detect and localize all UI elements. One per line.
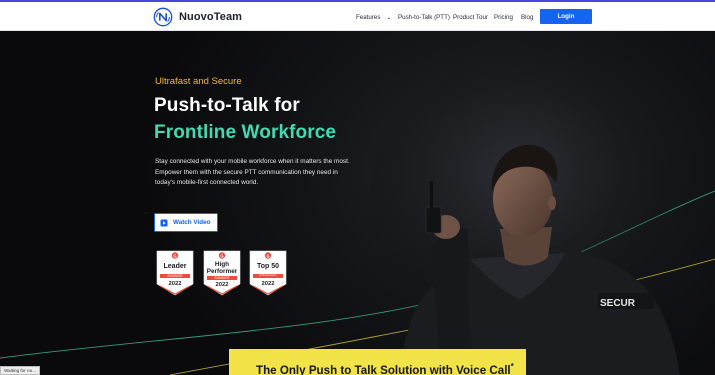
- svg-text:G: G: [173, 253, 176, 258]
- navbar: NuovoTeam Features ⌄ Push-to-Talk (PTT) …: [0, 2, 715, 31]
- hero-eyebrow: Ultrafast and Secure: [155, 76, 242, 87]
- g2-badge-leader: G Leader SUMMER 2022: [156, 250, 194, 296]
- hero-headline-line1: Push-to-Talk for: [154, 95, 300, 116]
- brand-logo-link[interactable]: NuovoTeam: [153, 7, 242, 27]
- nav-item-pricing-label: Pricing: [494, 13, 513, 21]
- watch-video-label: Watch Video: [173, 219, 211, 226]
- brand-name: NuovoTeam: [179, 11, 243, 23]
- badge-season: Collaboration Products: [253, 274, 283, 281]
- badge-title: Leader: [163, 263, 187, 270]
- hero-background-art: SECUR: [0, 61, 715, 375]
- nav-item-product-tour-label: Product Tour: [453, 13, 488, 21]
- badge-year: 2022: [215, 282, 229, 288]
- cta-banner-asterisk: *: [510, 362, 514, 371]
- nuovoteam-logo-icon: [153, 7, 173, 27]
- g2-badge-high-performer: G High Performer SUMMER 2022: [203, 250, 241, 296]
- badge-year: 2022: [168, 281, 182, 287]
- nav-item-blog[interactable]: Blog: [521, 11, 533, 23]
- g2-badge-top-50: G Top 50 Collaboration Products 2022: [249, 250, 287, 296]
- badge-season: SUMMER: [207, 276, 237, 280]
- nav-item-features[interactable]: Features ⌄: [356, 11, 391, 23]
- badge-season: SUMMER: [160, 274, 190, 278]
- badge-year: 2022: [261, 281, 275, 287]
- svg-text:G: G: [220, 253, 223, 258]
- cta-banner-text: The Only Push to Talk Solution with Voic…: [256, 362, 514, 375]
- nav-item-features-label: Features: [356, 13, 381, 21]
- hero-section: SECUR Ultrafast and Secure Push-to-Talk …: [0, 31, 715, 375]
- hero-photo-patch-text: SECUR: [600, 298, 636, 309]
- nav-item-product-tour[interactable]: Product Tour: [453, 11, 488, 23]
- chevron-down-icon: ⌄: [386, 14, 392, 21]
- watch-video-button[interactable]: Watch Video: [154, 213, 218, 232]
- browser-status-bar: Waiting for nu...: [0, 366, 40, 375]
- badge-title-line2: Performer: [206, 268, 238, 275]
- nav-item-push-to-talk-label: Push-to-Talk (PTT): [398, 13, 450, 21]
- cta-banner-text-main: The Only Push to Talk Solution with Voic…: [256, 364, 511, 375]
- nav-item-pricing[interactable]: Pricing: [494, 11, 513, 23]
- hero-description: Stay connected with your mobile workforc…: [155, 158, 350, 186]
- g2-badge-shape: G: [156, 250, 194, 296]
- login-button[interactable]: Login: [540, 9, 592, 24]
- badge-title: Top 50: [256, 263, 280, 270]
- nav-item-push-to-talk[interactable]: Push-to-Talk (PTT): [398, 11, 450, 23]
- hero-headline-line2: Frontline Workforce: [154, 122, 337, 143]
- nav-item-blog-label: Blog: [521, 13, 534, 21]
- g2-badge-shape: G: [249, 250, 287, 296]
- cta-banner: The Only Push to Talk Solution with Voic…: [229, 349, 526, 375]
- badge-title: High: [214, 261, 230, 268]
- play-icon: [160, 219, 168, 226]
- svg-text:G: G: [266, 253, 269, 258]
